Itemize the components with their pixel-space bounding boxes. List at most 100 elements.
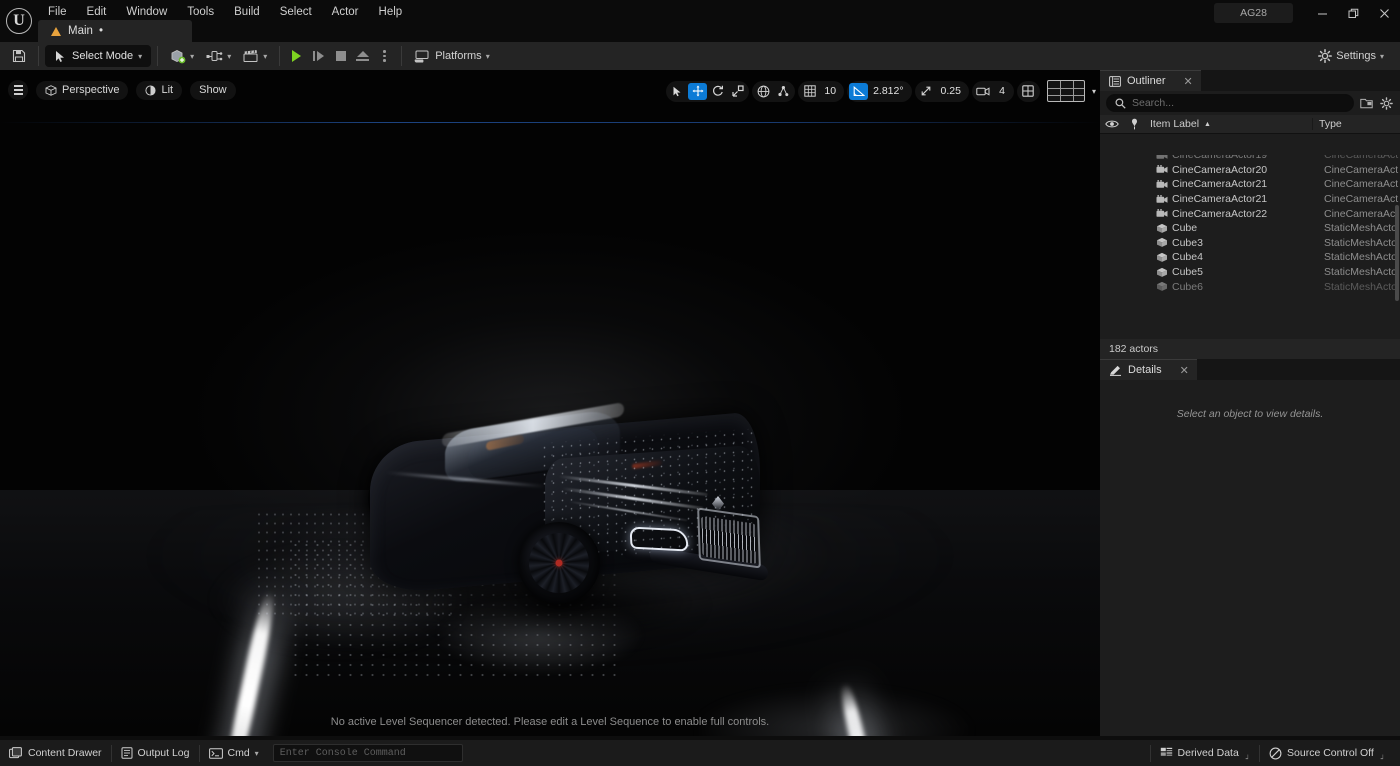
outliner-settings-icon[interactable] [1379,96,1394,111]
close-icon[interactable]: ✕ [1184,75,1193,88]
settings-button[interactable]: Settings ▾ [1312,45,1390,67]
pin-column-header[interactable] [1124,118,1144,130]
cube-icon [1156,281,1172,292]
angle-snap-value[interactable]: 2.812° [869,83,909,100]
camera-speed-value[interactable]: 4 [994,83,1012,100]
viewport-viewmode-dropdown[interactable]: Lit [136,81,182,100]
outliner-search-box[interactable] [1106,94,1354,112]
details-icon [1109,365,1122,376]
content-drawer-button[interactable]: Content Drawer [0,743,111,763]
list-item[interactable]: CineCameraActor22 CineCameraAct [1100,206,1400,221]
close-button[interactable] [1369,0,1400,26]
viewport-show-dropdown[interactable]: Show [190,81,236,100]
unreal-editor-window: U File Edit Window Tools Build Select Ac… [0,0,1400,766]
rotate-tool-button[interactable] [708,83,727,100]
angle-snap-group: 2.812° [847,81,911,102]
platforms-button[interactable]: Platforms ▾ [408,45,495,67]
camera-icon [1156,180,1172,189]
output-log-icon [121,747,133,759]
outliner-search-input[interactable] [1132,97,1345,109]
console-command-input-wrapper[interactable] [273,744,463,762]
chevron-down-icon[interactable]: ▾ [1092,87,1096,96]
save-button[interactable] [6,45,32,67]
unreal-engine-logo[interactable]: U [0,0,38,42]
menu-item-window[interactable]: Window [116,3,177,21]
list-item-label: CineCameraActor20 [1172,164,1322,176]
document-tab-main[interactable]: Main • [38,20,192,42]
menu-item-build[interactable]: Build [224,3,270,21]
scale-tool-button[interactable] [728,83,747,100]
outliner-scrollbar[interactable] [1395,205,1399,301]
add-actor-button[interactable]: ▾ [164,45,200,67]
viewport-layout-preview[interactable] [1047,80,1085,102]
tab-details[interactable]: Details ✕ [1100,359,1197,380]
restore-button[interactable] [1338,0,1369,26]
perspective-cube-icon [45,85,57,96]
console-command-input[interactable] [280,748,456,759]
menu-item-tools[interactable]: Tools [177,3,224,21]
list-item[interactable]: Cube StaticMeshActo [1100,221,1400,236]
grid-snap-toggle[interactable] [800,83,819,100]
play-options-button[interactable] [374,45,395,67]
item-label-column-header[interactable]: Item Label ▲ [1144,118,1312,130]
source-control-button[interactable]: Source Control Off ┙ [1260,743,1394,763]
surface-snapping-button[interactable] [774,83,793,100]
list-item-label: CineCameraActor22 [1172,208,1322,220]
cmd-dropdown[interactable]: Cmd ▾ [200,743,268,763]
grid-snap-value[interactable]: 10 [820,83,842,100]
visibility-column-header[interactable] [1100,119,1124,129]
angle-snap-toggle[interactable] [849,83,868,100]
list-item[interactable]: Cube6 StaticMeshActo [1100,279,1400,294]
world-coordinates-button[interactable] [754,83,773,100]
move-tool-button[interactable] [688,83,707,100]
select-tool-button[interactable] [668,83,687,100]
viewport-layout-button[interactable] [1019,83,1038,100]
tab-outliner[interactable]: Outliner ✕ [1100,70,1201,91]
camera-speed-icon[interactable] [974,83,993,100]
item-label-text: Item Label [1150,118,1199,130]
list-item-label: Cube3 [1172,237,1322,249]
list-item[interactable]: CineCameraActor19 CineCameraAct [1100,155,1400,163]
outliner-tree[interactable]: CineCameraActor19 CineCameraAct CineCame… [1100,155,1400,337]
list-item[interactable]: CineCameraActor20 CineCameraAct [1100,163,1400,178]
outliner-save-view-button[interactable] [1359,96,1374,111]
save-icon [12,49,26,63]
menu-item-file[interactable]: File [38,3,77,21]
minimize-button[interactable] [1307,0,1338,26]
select-mode-dropdown[interactable]: Select Mode ▾ [45,45,151,67]
list-item-type: CineCameraAct [1322,208,1400,220]
menu-item-edit[interactable]: Edit [77,3,117,21]
menu-item-help[interactable]: Help [369,3,413,21]
list-item-label: Cube4 [1172,251,1322,263]
scale-snap-toggle[interactable] [917,83,936,100]
list-item[interactable]: Cube5 StaticMeshActo [1100,265,1400,280]
viewport-show-label: Show [199,84,227,96]
list-item[interactable]: Cube3 StaticMeshActo [1100,236,1400,251]
menu-item-actor[interactable]: Actor [322,3,369,21]
skip-button[interactable] [308,45,329,67]
viewport-camera-dropdown[interactable]: Perspective [36,81,128,100]
list-item[interactable]: CineCameraActor21 CineCameraAct [1100,192,1400,207]
platforms-icon [414,50,431,63]
blueprints-button[interactable]: ▾ [200,45,237,67]
viewport-menu-button[interactable] [8,80,28,100]
outliner-title: Outliner [1127,75,1166,87]
list-item[interactable]: Cube4 StaticMeshActo [1100,250,1400,265]
play-button[interactable] [286,45,307,67]
list-item[interactable]: CineCameraActor21 CineCameraAct [1100,177,1400,192]
document-dirty-marker: • [99,25,103,37]
stop-button[interactable] [330,45,351,67]
menu-item-select[interactable]: Select [270,3,322,21]
derived-data-button[interactable]: Derived Data ┙ [1151,743,1260,763]
cinematics-button[interactable]: ▾ [237,45,273,67]
type-column-header[interactable]: Type [1312,118,1400,130]
eject-button[interactable] [352,45,373,67]
close-icon[interactable]: ✕ [1180,364,1189,377]
chevron-down-icon: ▾ [263,52,267,61]
list-item-label: CineCameraActor21 [1172,178,1322,190]
level-viewport[interactable]: Perspective Lit Show [0,70,1100,736]
document-tab-bar: Main • [38,20,192,42]
scale-snap-value[interactable]: 0.25 [937,83,967,100]
details-title: Details [1128,364,1162,376]
output-log-button[interactable]: Output Log [112,743,199,763]
